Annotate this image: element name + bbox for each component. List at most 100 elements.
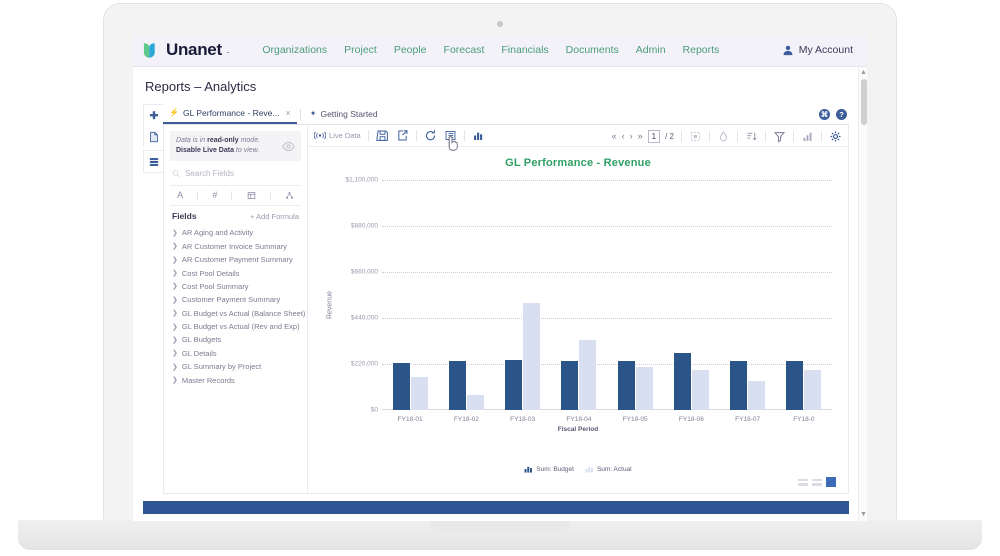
report-area: Live Data « ‹ › » 1 / 2 GL Performance -… — [308, 125, 848, 493]
bar-group[interactable] — [776, 180, 832, 410]
list-item[interactable]: ❯ GL Details — [170, 347, 301, 360]
number-type-filter[interactable]: # — [212, 190, 217, 200]
search-input[interactable] — [185, 169, 299, 179]
bar-group[interactable] — [438, 180, 494, 410]
list-item[interactable]: ❯ AR Customer Invoice Summary — [170, 240, 301, 253]
legend-item-actual[interactable]: Sum: Actual — [585, 465, 632, 473]
list-item[interactable]: ❯ AR Customer Payment Summary — [170, 253, 301, 266]
bar-budget[interactable] — [505, 359, 523, 410]
text-type-filter[interactable]: A — [177, 190, 183, 200]
live-data-toggle[interactable]: Live Data — [314, 131, 361, 140]
save-icon[interactable] — [375, 129, 389, 142]
list-icon[interactable] — [444, 129, 457, 142]
help-icon[interactable]: ? — [836, 109, 847, 120]
nav-link-project[interactable]: Project — [344, 44, 377, 56]
bar-actual[interactable] — [410, 377, 428, 410]
page-scrollbar[interactable]: ▲ ▼ — [858, 67, 867, 521]
list-item[interactable]: ❯ GL Budgets — [170, 333, 301, 346]
current-page-input[interactable]: 1 — [647, 129, 661, 143]
bar-budget[interactable] — [730, 361, 748, 410]
nav-link-financials[interactable]: Financials — [501, 44, 548, 56]
prev-page-button[interactable]: ‹ — [622, 131, 625, 141]
bar-group[interactable] — [720, 180, 776, 410]
plus-icon — [150, 110, 158, 119]
bar-budget[interactable] — [448, 360, 466, 410]
list-item[interactable]: ❯ GL Budget vs Actual (Balance Sheet) — [170, 307, 305, 320]
close-icon[interactable]: × — [286, 108, 291, 118]
bar-actual[interactable] — [748, 381, 766, 410]
bar-group[interactable] — [495, 180, 551, 410]
refresh-icon[interactable] — [424, 129, 437, 142]
bar-actual[interactable] — [635, 367, 653, 410]
list-item[interactable]: ❯ GL Summary by Project — [170, 360, 301, 373]
bar-group[interactable] — [382, 180, 438, 410]
my-account-button[interactable]: My Account — [782, 44, 853, 56]
chevron-right-icon: ❯ — [172, 243, 178, 251]
bar-group[interactable] — [551, 180, 607, 410]
report-toolbar: Live Data « ‹ › » 1 / 2 — [308, 125, 848, 151]
tab-gl-performance-revenue[interactable]: ⚡ GL Performance - Reve... × — [163, 103, 297, 124]
bar-actual[interactable] — [579, 339, 597, 410]
nav-link-documents[interactable]: Documents — [566, 44, 619, 56]
bar-budget[interactable] — [561, 360, 579, 410]
add-formula-button[interactable]: + Add Formula — [250, 212, 299, 221]
view-list-button[interactable] — [798, 477, 808, 487]
scroll-thumb[interactable] — [860, 79, 867, 125]
bar-budget[interactable] — [617, 361, 635, 410]
nav-link-reports[interactable]: Reports — [683, 44, 720, 56]
select-area-icon[interactable] — [689, 130, 702, 143]
eye-icon[interactable] — [282, 140, 295, 153]
nav-link-people[interactable]: People — [394, 44, 427, 56]
list-item[interactable]: ❯ Master Records — [170, 373, 301, 386]
chevron-right-icon: ❯ — [172, 350, 178, 358]
export-icon[interactable] — [396, 129, 409, 142]
fields-panel: Data is in read-only mode. Disable Live … — [164, 125, 308, 493]
chevron-right-icon: ❯ — [172, 336, 178, 344]
rail-item-new-report[interactable] — [144, 126, 164, 147]
bar-actual[interactable] — [804, 369, 822, 410]
bar-actual[interactable] — [523, 303, 541, 410]
field-label: Cost Pool Details — [181, 268, 240, 278]
field-label: AR Aging and Activity — [181, 228, 254, 238]
list-item[interactable]: ❯ GL Budget vs Actual (Rev and Exp) — [170, 320, 301, 333]
chart-type-icon[interactable] — [801, 130, 814, 143]
nav-link-forecast[interactable]: Forecast — [444, 44, 485, 56]
chevron-right-icon: ❯ — [172, 270, 178, 278]
scroll-down-icon[interactable]: ▼ — [860, 511, 867, 519]
tab-divider — [299, 109, 301, 120]
rail-item-add-item[interactable] — [144, 105, 164, 126]
view-grid-button[interactable] — [812, 477, 822, 487]
bar-budget[interactable] — [786, 361, 804, 410]
sort-icon[interactable] — [745, 130, 758, 143]
bar-budget[interactable] — [673, 353, 691, 410]
tab-getting-started[interactable]: ✦ Getting Started — [304, 103, 384, 124]
list-item[interactable]: ❯ Cost Pool Summary — [170, 280, 301, 293]
brand-logo[interactable]: Unanet . — [143, 40, 229, 60]
nav-link-organizations[interactable]: Organizations — [262, 44, 327, 56]
settings-gear-icon[interactable] — [829, 130, 842, 143]
legend-item-budget[interactable]: Sum: Budget — [524, 465, 574, 473]
chart-bar-icon[interactable] — [472, 129, 485, 142]
filter-icon[interactable] — [773, 130, 786, 143]
rail-item-data-sources[interactable] — [144, 151, 164, 172]
bar-group[interactable] — [663, 180, 719, 410]
search-fields-row[interactable] — [170, 161, 301, 187]
nav-link-admin[interactable]: Admin — [636, 44, 666, 56]
date-type-filter[interactable] — [247, 191, 256, 200]
first-page-button[interactable]: « — [612, 131, 617, 141]
bar-actual[interactable] — [691, 370, 709, 410]
last-page-button[interactable]: » — [638, 131, 643, 141]
bar-budget[interactable] — [392, 363, 410, 410]
link-icon[interactable]: ⌘ — [819, 109, 830, 120]
list-item[interactable]: ❯ Customer Payment Summary — [170, 293, 301, 306]
list-item[interactable]: ❯ AR Aging and Activity — [170, 226, 301, 239]
next-page-button[interactable]: › — [630, 131, 633, 141]
list-item[interactable]: ❯ Cost Pool Details — [170, 266, 301, 279]
view-chart-button[interactable] — [826, 477, 836, 487]
bar-group[interactable] — [607, 180, 663, 410]
scroll-up-icon[interactable]: ▲ — [860, 69, 867, 77]
x-tick-label: FY18-07 — [735, 416, 761, 423]
hierarchy-type-filter[interactable] — [285, 191, 294, 200]
bar-actual[interactable] — [466, 394, 484, 410]
theme-droplet-icon[interactable] — [717, 130, 730, 143]
